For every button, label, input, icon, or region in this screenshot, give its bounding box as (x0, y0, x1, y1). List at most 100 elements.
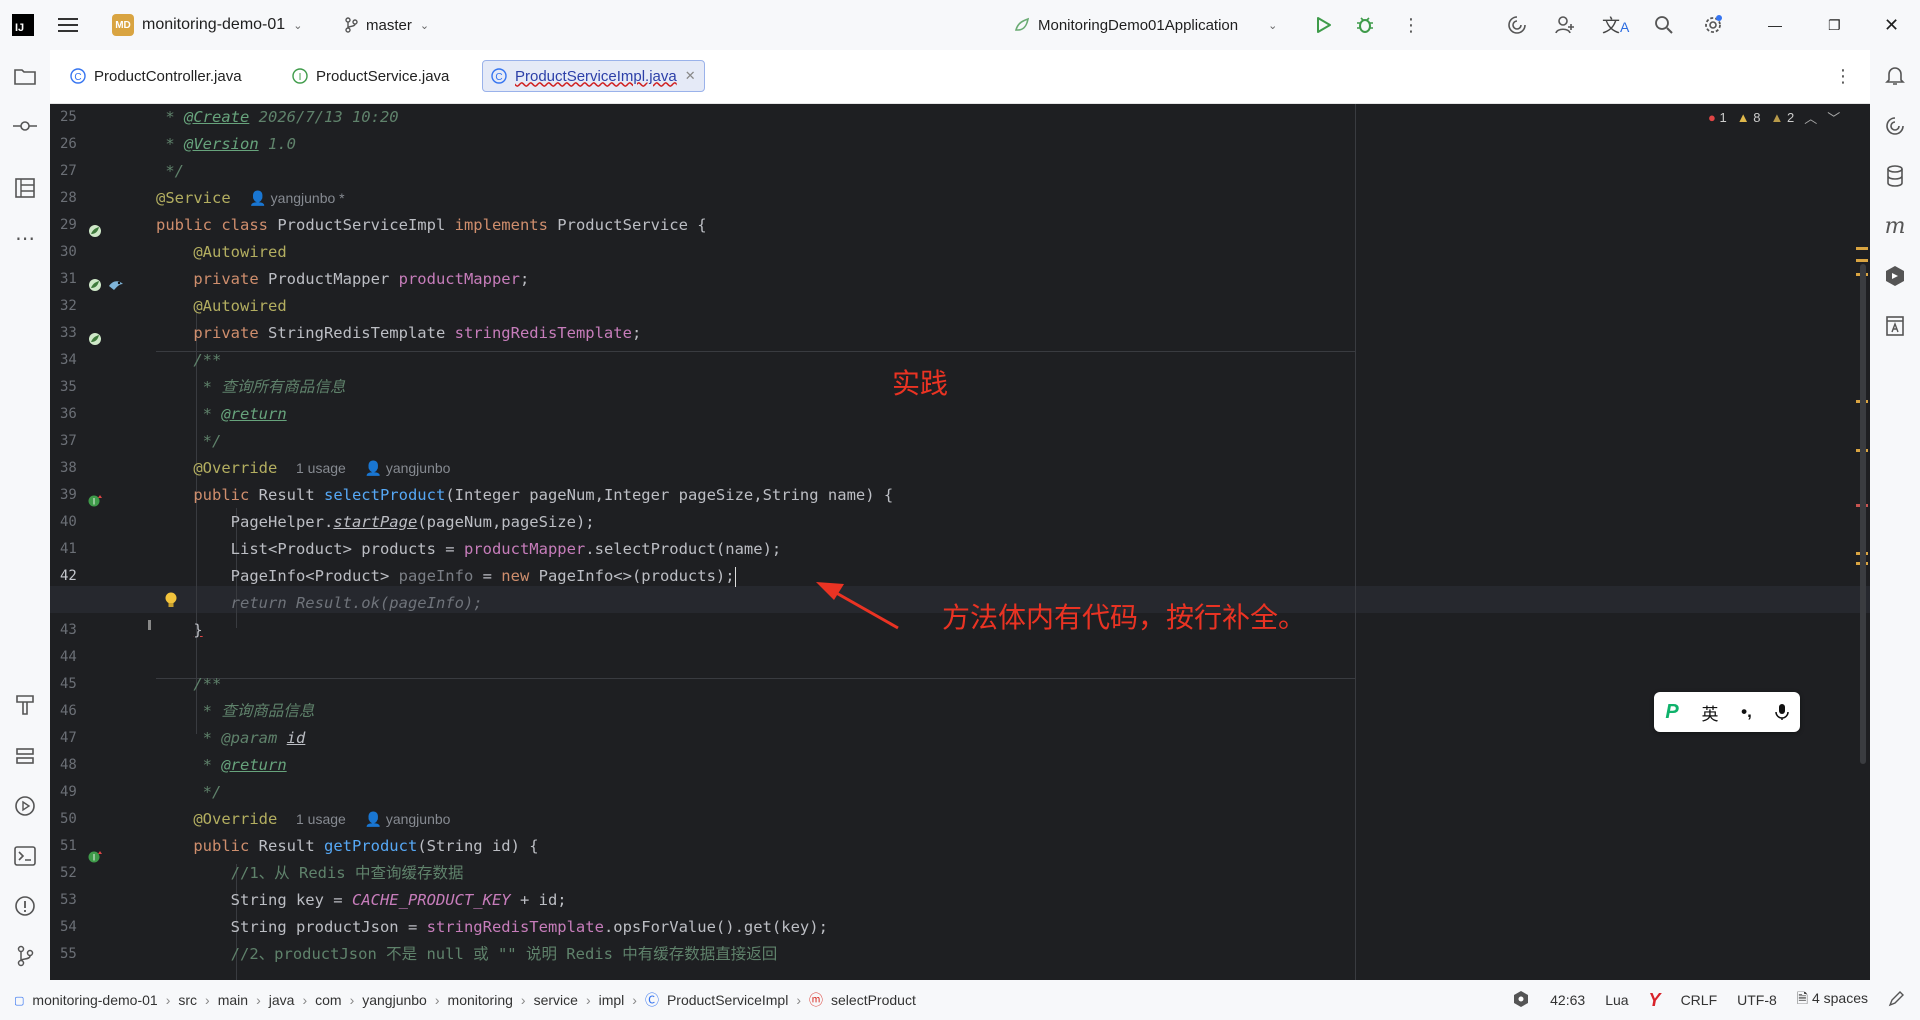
translate-icon[interactable]: 文A (1602, 0, 1629, 50)
line-number: 25 (60, 109, 77, 125)
inspection-widget[interactable]: ● 1 ▲ 8 ▲ 2 ︿ ﹀ (1708, 108, 1840, 127)
method-icon: ⓜ (809, 992, 824, 1008)
breadcrumb-item[interactable]: service (534, 992, 578, 1008)
tab-product-controller[interactable]: C ProductController.java (62, 60, 250, 92)
plugin-cube-icon[interactable] (1881, 262, 1909, 290)
ai-assistant-icon[interactable] (1506, 0, 1528, 50)
breadcrumb-item[interactable]: impl (599, 992, 625, 1008)
line-number: 30 (60, 244, 77, 260)
git-icon[interactable] (11, 942, 39, 970)
class-icon: C (70, 68, 86, 84)
ai-chat-icon[interactable] (1881, 112, 1909, 140)
ime-punctuation[interactable]: •, (1741, 702, 1752, 722)
code-line-33: private StringRedisTemplate stringRedisT… (193, 324, 642, 342)
git-branch-icon (345, 17, 358, 33)
ai-status-icon[interactable] (1512, 990, 1530, 1011)
ime-language[interactable]: 英 (1701, 700, 1718, 725)
problems-icon[interactable] (11, 892, 39, 920)
code-line-40: PageHelper.startPage(pageNum,pageSize); (230, 513, 595, 531)
code-line-25: * @Create 2026/7/13 10:20 (156, 108, 399, 126)
breadcrumb-item[interactable]: ProductServiceImpl (667, 992, 788, 1008)
project-folder-icon[interactable] (11, 62, 39, 90)
svg-text:C: C (74, 72, 81, 83)
ide-logo[interactable]: IJ (12, 0, 36, 50)
code-line-29: public class ProductServiceImpl implemen… (156, 216, 707, 234)
microphone-icon[interactable] (1774, 703, 1789, 721)
close-tab-icon[interactable]: ✕ (685, 68, 696, 84)
line-number: 31 (60, 271, 77, 287)
run-config-selector[interactable]: MonitoringDemo01Application ⌄ (1014, 0, 1277, 50)
line-number: 26 (60, 136, 77, 152)
breadcrumb-item[interactable]: com (315, 992, 341, 1008)
minimize-button[interactable]: — (1768, 0, 1782, 50)
implements-method-icon[interactable]: I (88, 850, 104, 867)
main-menu-button[interactable] (58, 0, 78, 50)
code-editor[interactable]: 25 26 27 28 29 30 31 32 33 34 35 36 37 38 39 40 41 42 43 44… (50, 104, 1870, 980)
tab-label: ProductService.java (316, 67, 450, 85)
yaml-icon[interactable]: Y (1649, 990, 1661, 1011)
line-separator[interactable]: CRLF (1681, 992, 1718, 1008)
run-tool-icon[interactable] (11, 792, 39, 820)
project-selector[interactable]: MD monitoring-demo-01 ⌄ (112, 0, 302, 50)
more-tools-icon[interactable]: ⋯ (11, 224, 39, 252)
close-button[interactable]: ✕ (1884, 0, 1899, 50)
maven-icon[interactable]: m (1881, 212, 1909, 240)
debug-button[interactable] (1356, 0, 1374, 50)
more-actions-icon[interactable]: ⋮ (1402, 0, 1420, 50)
tabs-more-icon[interactable]: ⋮ (1834, 66, 1852, 87)
code-line-41: List<Product> products = productMapper.s… (230, 540, 782, 558)
notifications-bell-icon[interactable] (1881, 62, 1909, 90)
breadcrumb-item[interactable]: yangjunbo (362, 992, 427, 1008)
chevron-down-icon[interactable]: ﹀ (1827, 108, 1840, 127)
breadcrumb-item[interactable]: monitoring-demo-01 (32, 992, 157, 1008)
spring-bean-icon[interactable] (88, 278, 102, 295)
spring-boot-icon (1014, 17, 1030, 31)
line-number: 39 (60, 487, 77, 503)
line-number: 53 (60, 892, 77, 908)
vertical-scrollbar[interactable] (1860, 264, 1866, 764)
breadcrumb-item[interactable]: main (218, 992, 248, 1008)
settings-gear-icon[interactable] (1702, 0, 1724, 50)
file-language[interactable]: Lua (1605, 992, 1628, 1008)
chevron-down-icon: ⌄ (419, 19, 430, 32)
line-number: 49 (60, 784, 77, 800)
breadcrumb-item[interactable]: selectProduct (831, 992, 916, 1008)
services-icon[interactable] (11, 742, 39, 770)
add-user-icon[interactable] (1554, 0, 1576, 50)
line-number: 52 (60, 865, 77, 881)
spring-bean-icon[interactable] (88, 224, 102, 241)
spring-bean-icon[interactable] (88, 332, 102, 349)
logo-text: IJ (12, 14, 34, 36)
tab-product-service-impl[interactable]: C ProductServiceImpl.java ✕ (482, 60, 705, 92)
code-line-30: @Autowired (193, 243, 287, 261)
breadcrumb-item[interactable]: monitoring (448, 992, 513, 1008)
breadcrumb-item[interactable]: java (269, 992, 295, 1008)
run-button[interactable] (1316, 0, 1332, 50)
branch-selector[interactable]: master ⌄ (344, 0, 429, 50)
font-preview-icon[interactable] (1881, 312, 1909, 340)
chevron-up-icon[interactable]: ︿ (1804, 108, 1817, 127)
implements-method-icon[interactable]: I (88, 494, 104, 511)
breadcrumb-item[interactable]: src (178, 992, 197, 1008)
build-hammer-icon[interactable] (11, 690, 39, 718)
tab-product-service[interactable]: I ProductService.java (284, 60, 457, 92)
commit-icon[interactable] (11, 112, 39, 140)
indent-setting[interactable]: 🗎 4 spaces (1797, 988, 1868, 1012)
cursor-position[interactable]: 42:63 (1550, 992, 1585, 1008)
maximize-button[interactable]: ❐ (1828, 0, 1841, 50)
database-icon[interactable] (1881, 162, 1909, 190)
terminal-icon[interactable] (11, 842, 39, 870)
code-line-32: @Autowired (193, 297, 287, 315)
fold-marker[interactable] (148, 620, 151, 630)
code-line-27: */ (156, 162, 184, 180)
code-line-42: PageInfo<Product> pageInfo = new PageInf… (230, 566, 736, 587)
svg-text:I: I (299, 72, 302, 83)
readonly-pencil-icon[interactable] (1888, 990, 1904, 1010)
ime-toolbar[interactable]: P 英 •, (1654, 692, 1800, 732)
mybatis-bird-icon[interactable] (108, 278, 124, 295)
search-icon[interactable] (1654, 0, 1674, 50)
structure-icon[interactable] (11, 174, 39, 202)
file-encoding[interactable]: UTF-8 (1737, 992, 1777, 1008)
line-number: 44 (60, 649, 77, 665)
class-icon: C (491, 68, 507, 84)
